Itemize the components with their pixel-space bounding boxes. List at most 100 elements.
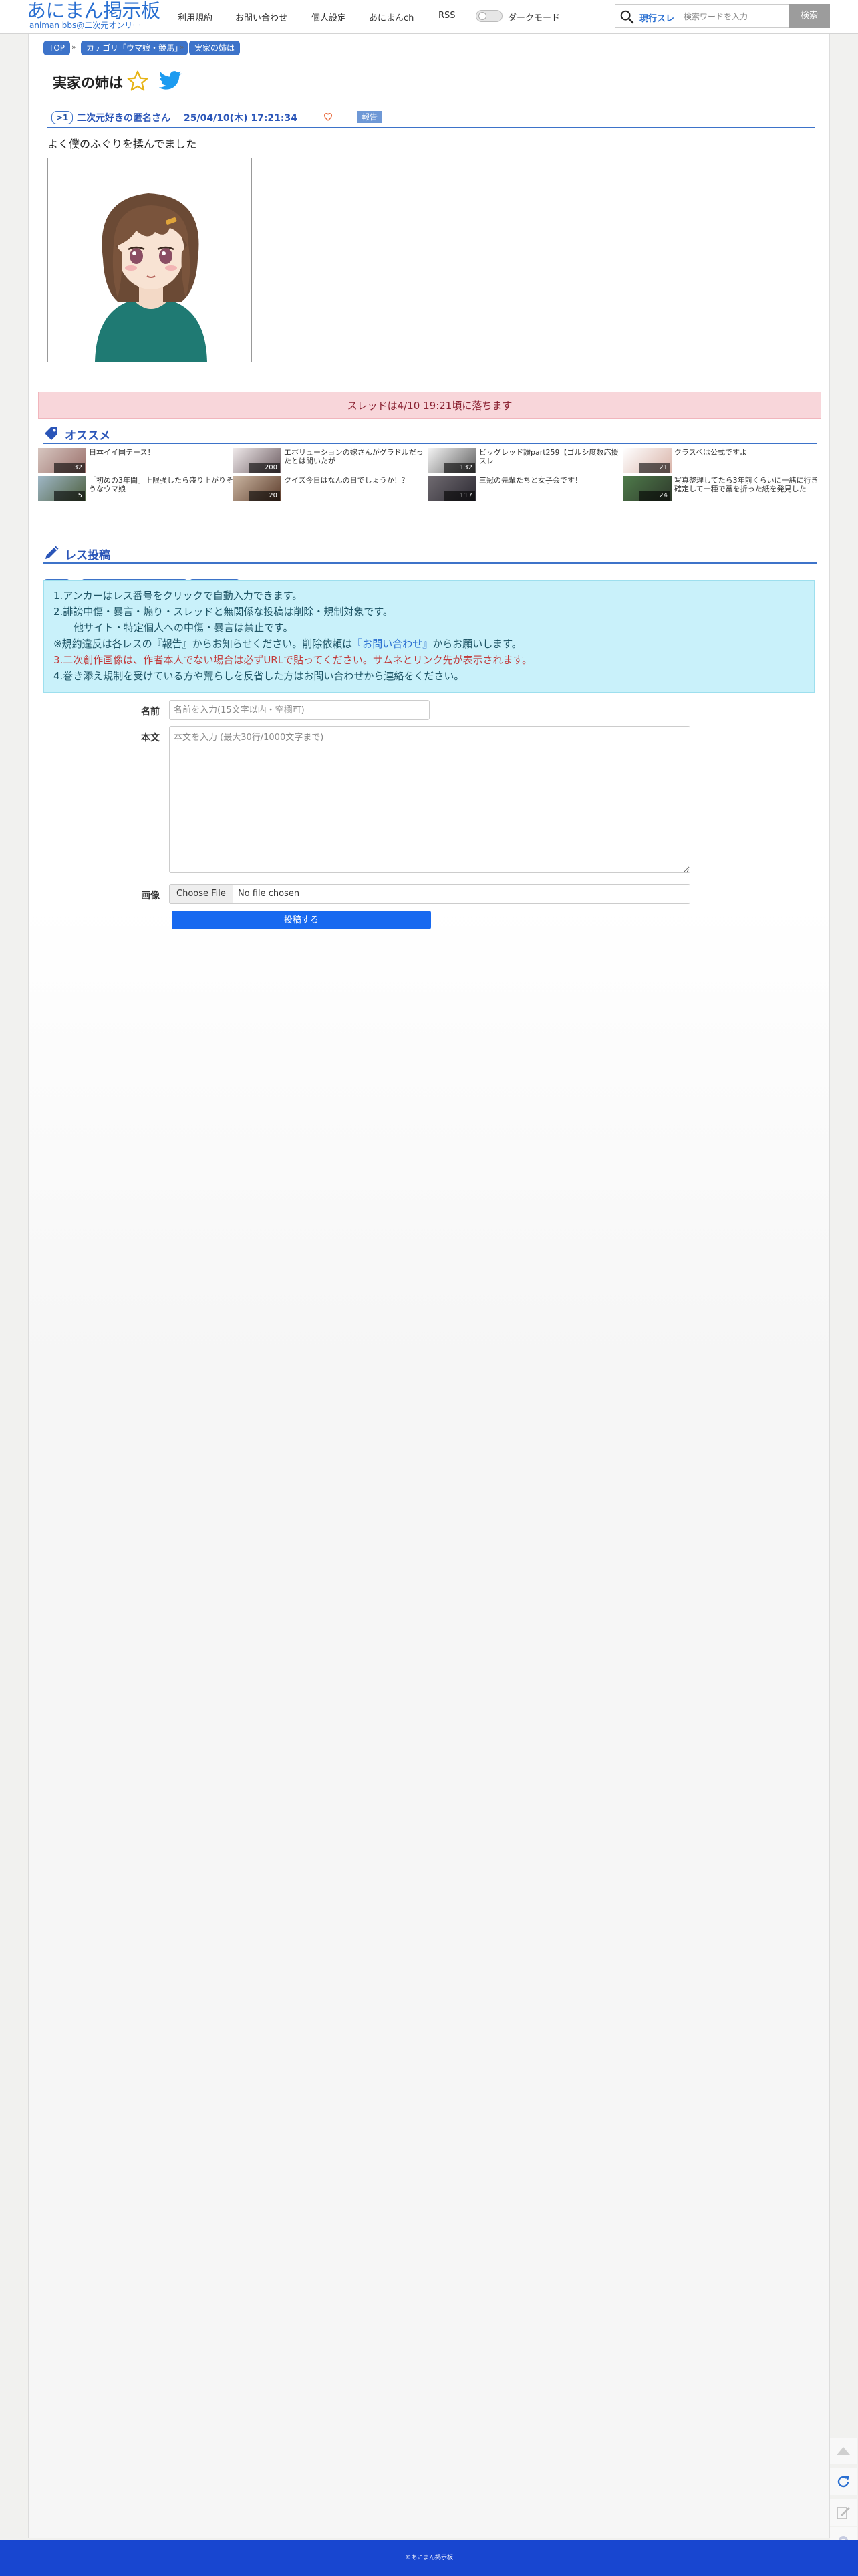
recommend-thumbnail: 117: [428, 476, 476, 501]
recommend-item[interactable]: 21 クラスペは公式ですよ: [623, 448, 819, 473]
recommend-title: 「初めの3年間」上限強したら盛り上がりそうなウマ娘: [89, 476, 233, 493]
recommend-label: オススメ: [65, 429, 110, 443]
breadcrumb-top[interactable]: TOP: [43, 41, 71, 55]
rule-line: 1.アンカーはレス番号をクリックで自動入力できます。: [53, 590, 303, 602]
breadcrumb-category[interactable]: カテゴリ「ウマ娘・競馬」: [81, 41, 188, 55]
image-file-input[interactable]: Choose File No file chosen: [169, 884, 690, 904]
recommend-count: 21: [639, 463, 670, 473]
breadcrumb-thread[interactable]: 実家の姉は: [189, 41, 241, 55]
star-icon[interactable]: [126, 70, 149, 92]
recommend-count: 32: [54, 463, 85, 473]
gear-icon: [839, 2536, 848, 2540]
choose-file-button[interactable]: Choose File: [170, 885, 233, 903]
nav-terms[interactable]: 利用規約: [178, 11, 212, 23]
main-column: TOP » カテゴリ「ウマ娘・競馬」 » 実家の姉は 実家の姉は >1 二次元好…: [28, 34, 830, 2538]
recommend-title: 三冠の先輩たちと女子会です！: [479, 476, 582, 485]
recommend-thumbnail: 5: [38, 476, 86, 501]
recommend-count: 132: [444, 463, 475, 473]
rule-line: 4.巻き添え規制を受けている方や荒らしを反省した方はお問い合わせから連絡をくださ…: [53, 670, 464, 682]
post-date: 25/04/10(木) 17:21:34: [184, 113, 297, 124]
recommend-item[interactable]: 24 写真整理してたら3年前くらいに一緒に行き確定して一種で藁を折った紙を発見し…: [623, 476, 819, 501]
thread-expiry-notice: スレッドは4/10 19:21頃に落ちます: [38, 392, 821, 419]
post-image[interactable]: [47, 158, 252, 362]
recommend-thumbnail: 21: [623, 448, 672, 473]
post-body: よく僕のふぐりを揉んでました: [47, 138, 197, 150]
twitter-share-icon[interactable]: [158, 71, 182, 91]
recommend-count: 117: [444, 491, 475, 501]
site-header: あにまん掲示板 animan bbs@二次元オンリー 利用規約 お問い合わせ 個…: [0, 0, 858, 34]
dark-mode-label: ダークモード: [508, 13, 561, 23]
recommend-thumbnail: 200: [233, 448, 281, 473]
recommend-count: 5: [54, 491, 85, 501]
pencil-icon: [45, 546, 59, 559]
contact-link[interactable]: 『お問い合わせ』: [352, 638, 432, 650]
toggle-knob: [478, 12, 486, 20]
rule-line: ※規約違反は各レスの『報告』からお知らせください。削除依頼は『お問い合わせ』から…: [53, 636, 805, 652]
site-logo[interactable]: あにまん掲示板 animan bbs@二次元オンリー: [27, 0, 167, 33]
recommend-count: 20: [249, 491, 280, 501]
recommend-item[interactable]: 200 エボリューションの嫁さんがグラドルだったとは聞いたが: [233, 448, 428, 473]
breadcrumb-separator: »: [72, 43, 76, 51]
recommend-title: エボリューションの嫁さんがグラドルだったとは聞いたが: [284, 448, 424, 465]
recommend-title: 写真整理してたら3年前くらいに一緒に行き確定して一種で藁を折った紙を発見した: [674, 476, 819, 493]
recommend-thumbnail: 32: [38, 448, 86, 473]
body-label: 本文: [141, 733, 160, 743]
recommend-count: 24: [639, 491, 670, 501]
recommend-count: 200: [249, 463, 280, 473]
name-label: 名前: [141, 707, 160, 717]
search-button[interactable]: 検索: [789, 4, 830, 28]
recommend-thumbnail: 24: [623, 476, 672, 501]
search-icon: [620, 10, 634, 24]
site-subtitle: animan bbs@二次元オンリー: [29, 21, 141, 30]
arrow-up-icon: [837, 2447, 850, 2455]
nav-settings[interactable]: 個人設定: [311, 11, 346, 23]
scroll-top-button[interactable]: [830, 2438, 857, 2464]
post-author: 二次元好きの匿名さん: [77, 113, 170, 124]
report-button[interactable]: 報告: [358, 111, 382, 123]
copyright: ©あにまん掲示板: [404, 2555, 453, 2561]
recommend-title: 日本イイ国テース！: [89, 448, 155, 457]
rule-text: からお願いします。: [432, 638, 522, 650]
posting-rules: 1.アンカーはレス番号をクリックで自動入力できます。 2.誹謗中傷・暴言・煽り・…: [43, 580, 815, 693]
reply-label: レス投稿: [65, 549, 110, 562]
recommend-heading: オススメ: [43, 425, 817, 444]
recommend-title: ビッグレッド讃part259【ゴルシ度数応援スレ: [479, 448, 619, 465]
thread-title: 実家の姉は: [53, 75, 123, 91]
heart-icon[interactable]: [323, 111, 333, 122]
recommend-title: クラスペは公式ですよ: [674, 448, 748, 457]
submit-button[interactable]: 投稿する: [172, 911, 431, 929]
site-title: あにまん掲示板: [27, 0, 160, 22]
dark-mode-toggle[interactable]: [476, 10, 503, 22]
rule-text: ※規約違反は各レスの『報告』からお知らせください。削除依頼は: [53, 638, 353, 650]
reload-button[interactable]: [830, 2468, 857, 2495]
recommend-thumbnail: 20: [233, 476, 281, 501]
tag-icon: [45, 427, 57, 440]
file-status: No file chosen: [238, 889, 300, 899]
rule-line: 他サイト・特定個人への中傷・暴言は禁止です。: [74, 622, 293, 634]
anime-girl-illustration: [48, 158, 251, 362]
recommend-item[interactable]: 117 三冠の先輩たちと女子会です！: [428, 476, 623, 501]
site-footer: ©あにまん掲示板: [0, 2540, 858, 2576]
nav-animanch[interactable]: あにまんch: [369, 11, 414, 23]
rule-line: 2.誹謗中傷・暴言・煽り・スレッドと無関係な投稿は削除・規制対象です。: [53, 606, 393, 618]
reply-heading: レス投稿: [43, 545, 817, 564]
nav-contact[interactable]: お問い合わせ: [235, 11, 287, 23]
recommend-list: 32 日本イイ国テース！ 200 エボリューションの嫁さんがグラドルだったとは聞…: [38, 448, 820, 503]
recommend-item[interactable]: 32 日本イイ国テース！: [38, 448, 233, 473]
name-field[interactable]: [169, 700, 430, 720]
search-scope-select[interactable]: 現行スレ: [639, 11, 674, 24]
body-textarea[interactable]: [169, 726, 690, 873]
recommend-title: クイズ今日はなんの日でしょうか！？: [284, 476, 409, 485]
recommend-item[interactable]: 132 ビッグレッド讃part259【ゴルシ度数応援スレ: [428, 448, 623, 473]
write-button[interactable]: [830, 2499, 857, 2526]
recommend-item[interactable]: 20 クイズ今日はなんの日でしょうか！？: [233, 476, 428, 501]
recommend-thumbnail: 132: [428, 448, 476, 473]
edit-icon: [837, 2507, 850, 2519]
nav-rss[interactable]: RSS: [438, 11, 456, 21]
post-number[interactable]: >1: [51, 111, 74, 124]
image-label: 画像: [141, 891, 160, 901]
recommend-item[interactable]: 5 「初めの3年間」上限強したら盛り上がりそうなウマ娘: [38, 476, 233, 501]
search-input[interactable]: [682, 8, 786, 25]
settings-button[interactable]: [830, 2527, 857, 2540]
breadcrumb-separator: »: [180, 43, 184, 51]
